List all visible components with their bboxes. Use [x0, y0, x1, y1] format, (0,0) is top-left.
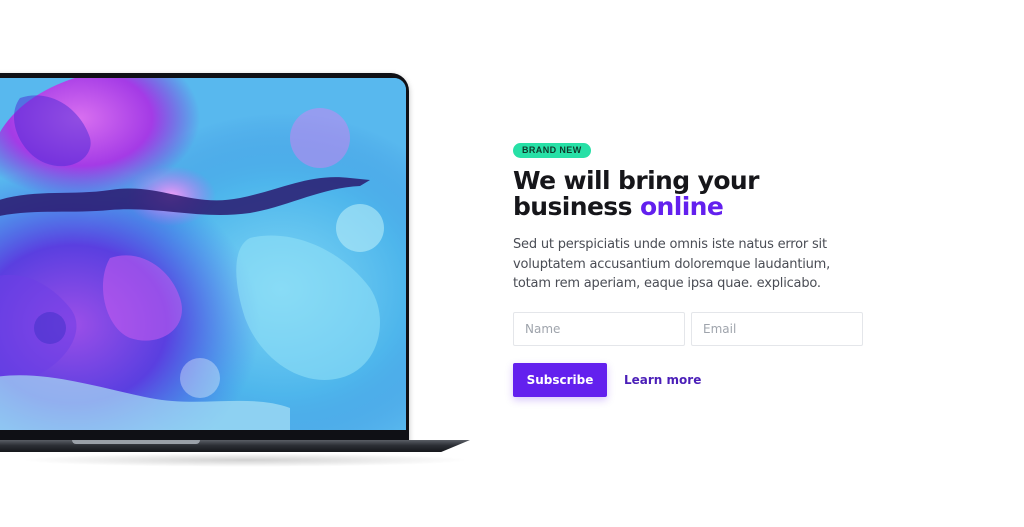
subscribe-form [513, 311, 893, 346]
learn-more-link[interactable]: Learn more [624, 373, 701, 387]
landing-page: BRAND NEW We will bring your business on… [0, 0, 1024, 527]
laptop-screen-artwork [0, 78, 406, 430]
hero-title-line-2: business online [513, 194, 893, 220]
hero-title-line-1: We will bring your [513, 166, 759, 195]
laptop-lid [0, 73, 409, 443]
laptop-mockup [0, 73, 470, 467]
name-input[interactable] [513, 311, 685, 346]
brand-new-badge: BRAND NEW [513, 143, 591, 158]
hero-description: Sed ut perspiciatis unde omnis iste natu… [513, 235, 893, 294]
hero-section: BRAND NEW We will bring your business on… [513, 138, 893, 397]
hero-description-line-2: voluptatem accusantium doloremque laudan… [513, 256, 831, 272]
hero-actions: Subscribe Learn more [513, 362, 893, 397]
ink-artwork-image [0, 78, 406, 430]
laptop-shadow [20, 453, 470, 467]
hero-title-prefix: business [513, 192, 640, 221]
subscribe-button[interactable]: Subscribe [513, 362, 607, 397]
email-input[interactable] [691, 311, 863, 346]
hero-title: We will bring your business online [513, 168, 893, 220]
hero-title-accent: online [639, 192, 724, 221]
laptop-notch [72, 440, 200, 444]
hero-description-line-1: Sed ut perspiciatis unde omnis iste natu… [513, 237, 827, 252]
hero-description-line-3: totam rem aperiam, eaque ipsa quae. expl… [513, 276, 821, 291]
laptop-base [0, 440, 470, 452]
